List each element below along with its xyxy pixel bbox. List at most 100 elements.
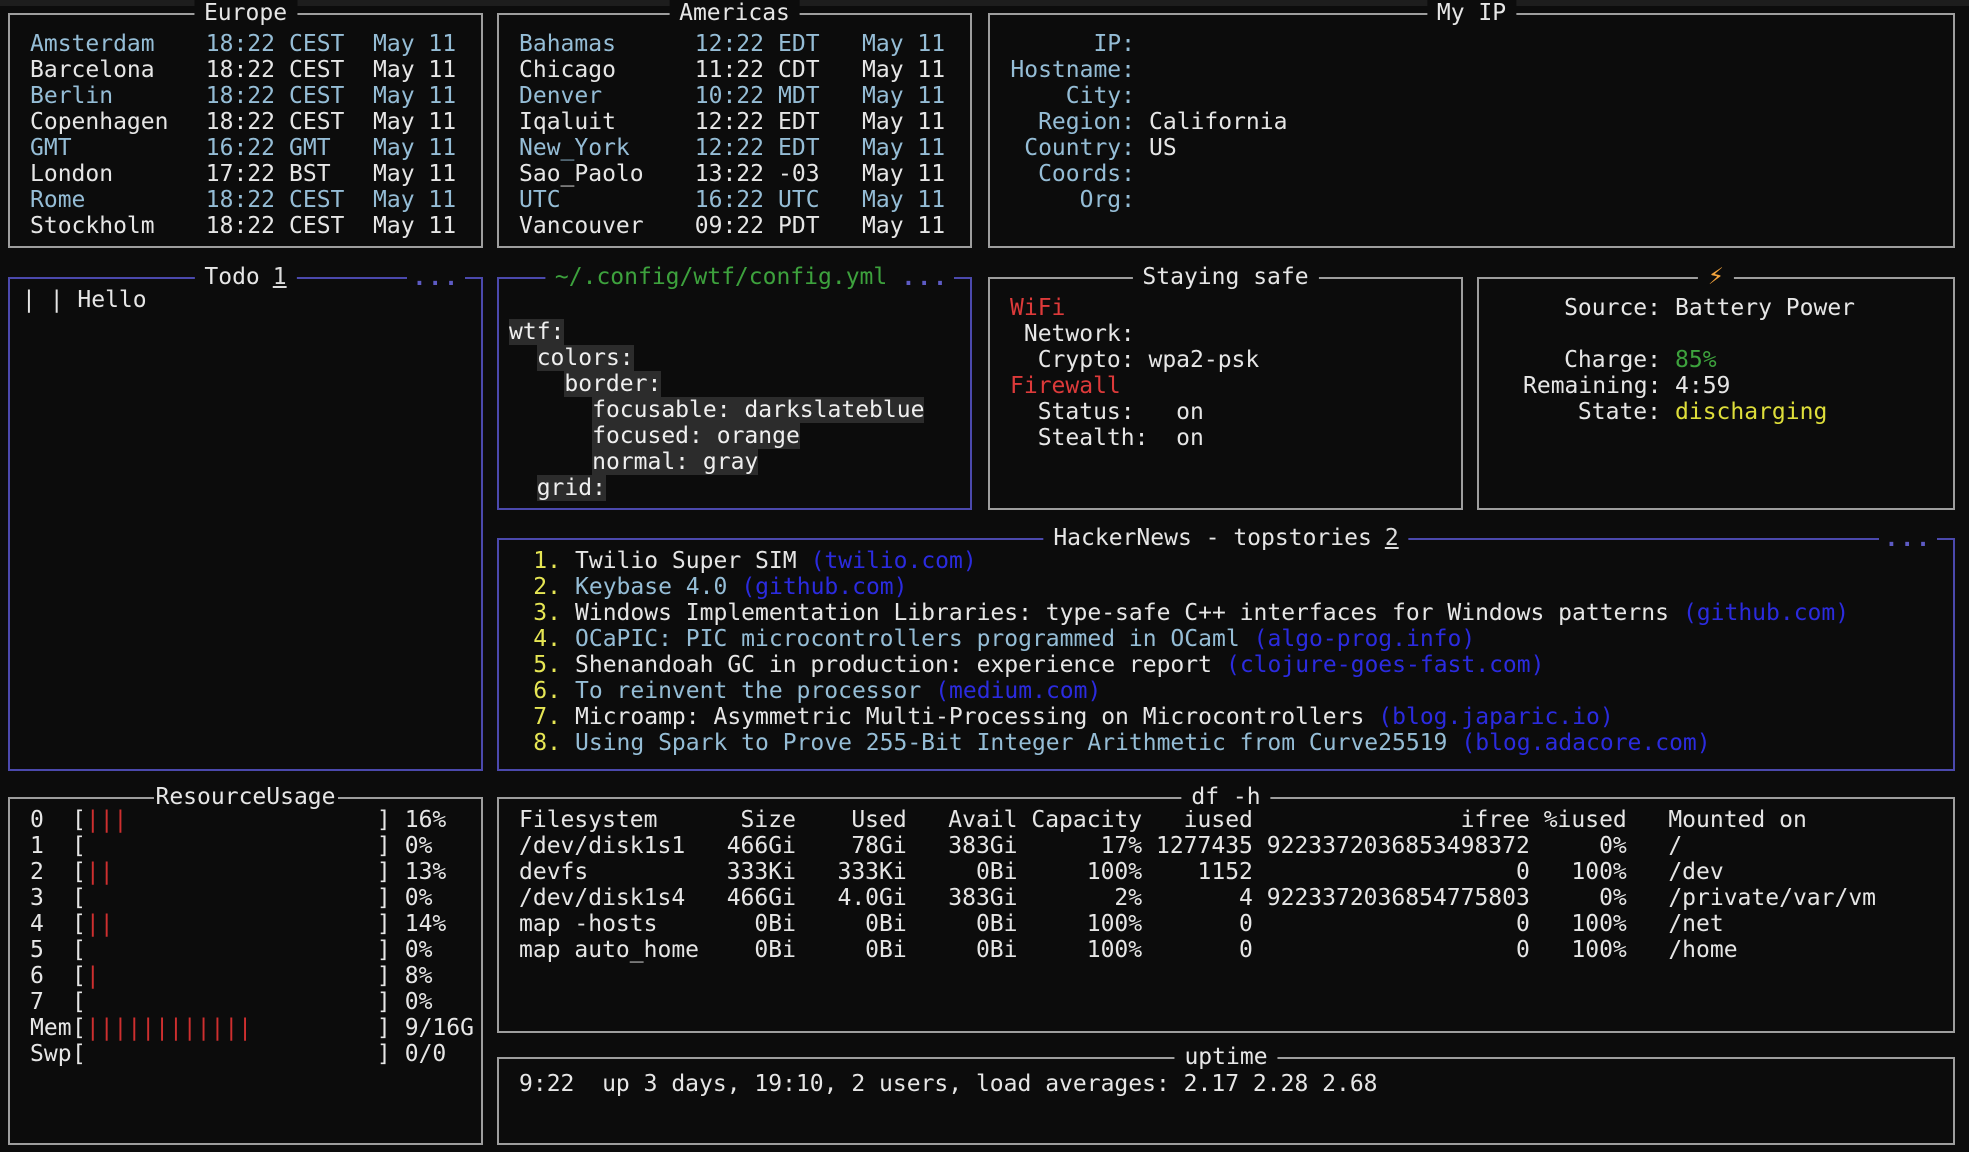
clock-time: 13:22 bbox=[694, 161, 764, 187]
panel-staying-safe: Staying safe WiFi Network: Crypto: wpa2-… bbox=[988, 277, 1463, 510]
config-code: focused: orange bbox=[592, 423, 800, 449]
config-line: grid: bbox=[499, 475, 970, 501]
clock-date: May 11 bbox=[862, 161, 952, 187]
df-row: /dev/disk1s4 466Gi 4.0Gi 383Gi 2% 4 9223… bbox=[499, 885, 1953, 911]
panel-config-file[interactable]: ~/.config/wtf/config.yml3 ... wtf: color… bbox=[497, 277, 972, 510]
story-domain-link[interactable]: (algo-prog.info) bbox=[1254, 626, 1476, 652]
panel-title-staying-safe: Staying safe bbox=[1132, 264, 1318, 290]
panel-title-config-file: ~/.config/wtf/config.yml3 bbox=[545, 264, 924, 290]
clock-row: Berlin18:22CESTMay 11 bbox=[10, 83, 481, 109]
story-title: Microamp: Asymmetric Multi-Processing on… bbox=[575, 704, 1364, 730]
config-code: colors: bbox=[537, 345, 634, 371]
clock-city: GMT bbox=[30, 135, 205, 161]
story-domain-link[interactable]: (clojure-goes-fast.com) bbox=[1226, 652, 1545, 678]
clock-city: Barcelona bbox=[30, 57, 205, 83]
clock-row: New_York12:22EDTMay 11 bbox=[499, 135, 970, 161]
clock-date: May 11 bbox=[862, 213, 952, 239]
country-value: US bbox=[1149, 135, 1177, 161]
wifi-crypto: Crypto: wpa2-psk bbox=[990, 347, 1461, 373]
country-label: Country: bbox=[1010, 135, 1135, 161]
cpu-meter-row: 7[]0% bbox=[10, 989, 481, 1015]
clock-zone: EDT bbox=[778, 31, 848, 57]
blank-line bbox=[1479, 321, 1953, 347]
story-domain-link[interactable]: (twilio.com) bbox=[811, 548, 977, 574]
clock-time: 10:22 bbox=[694, 83, 764, 109]
panel-title-my-ip: My IP bbox=[1427, 0, 1516, 26]
clock-date: May 11 bbox=[862, 83, 952, 109]
hackernews-story[interactable]: 7.Microamp: Asymmetric Multi-Processing … bbox=[499, 704, 1953, 730]
config-more-indicator: ... bbox=[896, 265, 954, 291]
df-row: map auto_home 0Bi 0Bi 0Bi 100% 0 0 100% … bbox=[499, 937, 1953, 963]
config-line: focusable: darkslateblue bbox=[499, 397, 970, 423]
meter-label: 7 bbox=[30, 989, 72, 1015]
story-domain-link[interactable]: (github.com) bbox=[741, 574, 907, 600]
clock-row: Barcelona18:22CESTMay 11 bbox=[10, 57, 481, 83]
region-value: California bbox=[1149, 109, 1287, 135]
clock-date: May 11 bbox=[862, 135, 952, 161]
meter-value: 8% bbox=[405, 963, 433, 989]
hackernews-story[interactable]: 3.Windows Implementation Libraries: type… bbox=[499, 600, 1953, 626]
cpu-meter-row: 4[||]14% bbox=[10, 911, 481, 937]
hackernews-story[interactable]: 5.Shenandoah GC in production: experienc… bbox=[499, 652, 1953, 678]
clock-row: Copenhagen18:22CESTMay 11 bbox=[10, 109, 481, 135]
ip-row: Country: US bbox=[990, 135, 1953, 161]
story-title: To reinvent the processor bbox=[575, 678, 921, 704]
meter-label: 5 bbox=[30, 937, 72, 963]
panel-title-todo: Todo1 bbox=[194, 264, 296, 290]
panel-title-hackernews: HackerNews - topstories2 bbox=[1043, 525, 1408, 551]
hackernews-story[interactable]: 8. Using Spark to Prove 255-Bit Integer A… bbox=[499, 730, 1953, 756]
clock-row: Rome18:22CESTMay 11 bbox=[10, 187, 481, 213]
meter-bar: || bbox=[86, 859, 377, 885]
story-domain-link[interactable]: (blog.adacore.com) bbox=[1461, 730, 1710, 756]
staying-safe-info: WiFi Network: Crypto: wpa2-psk Firewall … bbox=[990, 279, 1461, 451]
meter-value: 16% bbox=[405, 807, 447, 833]
meter-label: 3 bbox=[30, 885, 72, 911]
cpu-meter-row: 6[|]8% bbox=[10, 963, 481, 989]
clock-zone: MDT bbox=[778, 83, 848, 109]
hackernews-story[interactable]: 2.Keybase 4.0(github.com) bbox=[499, 574, 1953, 600]
clock-row: Amsterdam18:22CESTMay 11 bbox=[10, 31, 481, 57]
story-title: Using Spark to Prove 255-Bit Integer Ari… bbox=[575, 730, 1447, 756]
clock-city: UTC bbox=[519, 187, 694, 213]
clock-row: Stockholm18:22CESTMay 11 bbox=[10, 213, 481, 239]
uptime-title-text: uptime bbox=[1184, 1044, 1267, 1070]
story-domain-link[interactable]: (blog.japaric.io) bbox=[1378, 704, 1613, 730]
charge-label: Charge: bbox=[1523, 347, 1661, 373]
panel-todo[interactable]: Todo1 ... | | Hello bbox=[8, 277, 483, 771]
story-domain-link[interactable]: (github.com) bbox=[1683, 600, 1849, 626]
meter-label: Mem bbox=[30, 1015, 72, 1041]
region-label: Region: bbox=[1010, 109, 1135, 135]
clock-date: May 11 bbox=[373, 187, 463, 213]
story-domain-link[interactable]: (medium.com) bbox=[935, 678, 1101, 704]
df-row: /dev/disk1s1 466Gi 78Gi 383Gi 17% 127743… bbox=[499, 833, 1953, 859]
config-file-contents: wtf: colors: border: focusable: darkslat… bbox=[499, 279, 970, 501]
clock-city: Stockholm bbox=[30, 213, 205, 239]
ip-row: IP: bbox=[990, 31, 1953, 57]
hackernews-title-text: HackerNews - topstories bbox=[1053, 525, 1372, 551]
hackernews-story[interactable]: 4.OCaPIC: PIC microcontrollers programme… bbox=[499, 626, 1953, 652]
my-ip-title-text: My IP bbox=[1437, 0, 1506, 26]
panel-clocks-europe: Europe Amsterdam18:22CESTMay 11 Barcelon… bbox=[8, 13, 483, 248]
clock-time: 18:22 bbox=[205, 213, 275, 239]
story-title: Shenandoah GC in production: experience … bbox=[575, 652, 1212, 678]
lightning-bolt-icon: ⚡ bbox=[1708, 264, 1724, 290]
story-rank: 8. bbox=[533, 730, 561, 756]
config-code: normal: gray bbox=[592, 449, 758, 475]
panel-resource-usage: ResourceUsage 0[|||]16% 1[]0% 2[||]13% 3… bbox=[8, 797, 483, 1145]
hackernews-story[interactable]: 1.Twilio Super SIM(twilio.com) bbox=[499, 548, 1953, 574]
clock-zone: BST bbox=[289, 161, 359, 187]
meter-label: 1 bbox=[30, 833, 72, 859]
cpu-meter-row: 1[]0% bbox=[10, 833, 481, 859]
hackernews-story[interactable]: 6.To reinvent the processor(medium.com) bbox=[499, 678, 1953, 704]
clock-date: May 11 bbox=[862, 31, 952, 57]
remaining-label: Remaining: bbox=[1523, 373, 1661, 399]
ip-row: Coords: bbox=[990, 161, 1953, 187]
meter-bar: | bbox=[86, 963, 377, 989]
panel-hackernews[interactable]: HackerNews - topstories2 ... 1.Twilio Su… bbox=[497, 538, 1955, 771]
power-info: Source:Battery Power Charge:85% Remainin… bbox=[1479, 279, 1953, 425]
clock-time: 18:22 bbox=[205, 109, 275, 135]
config-file-path: ~/.config/wtf/config.yml bbox=[555, 264, 887, 290]
wifi-network: Network: bbox=[990, 321, 1461, 347]
source-value: Battery Power bbox=[1675, 295, 1855, 321]
wtf-terminal-dashboard: { "europe": { "title": "Europe", "rows":… bbox=[0, 0, 1969, 1152]
